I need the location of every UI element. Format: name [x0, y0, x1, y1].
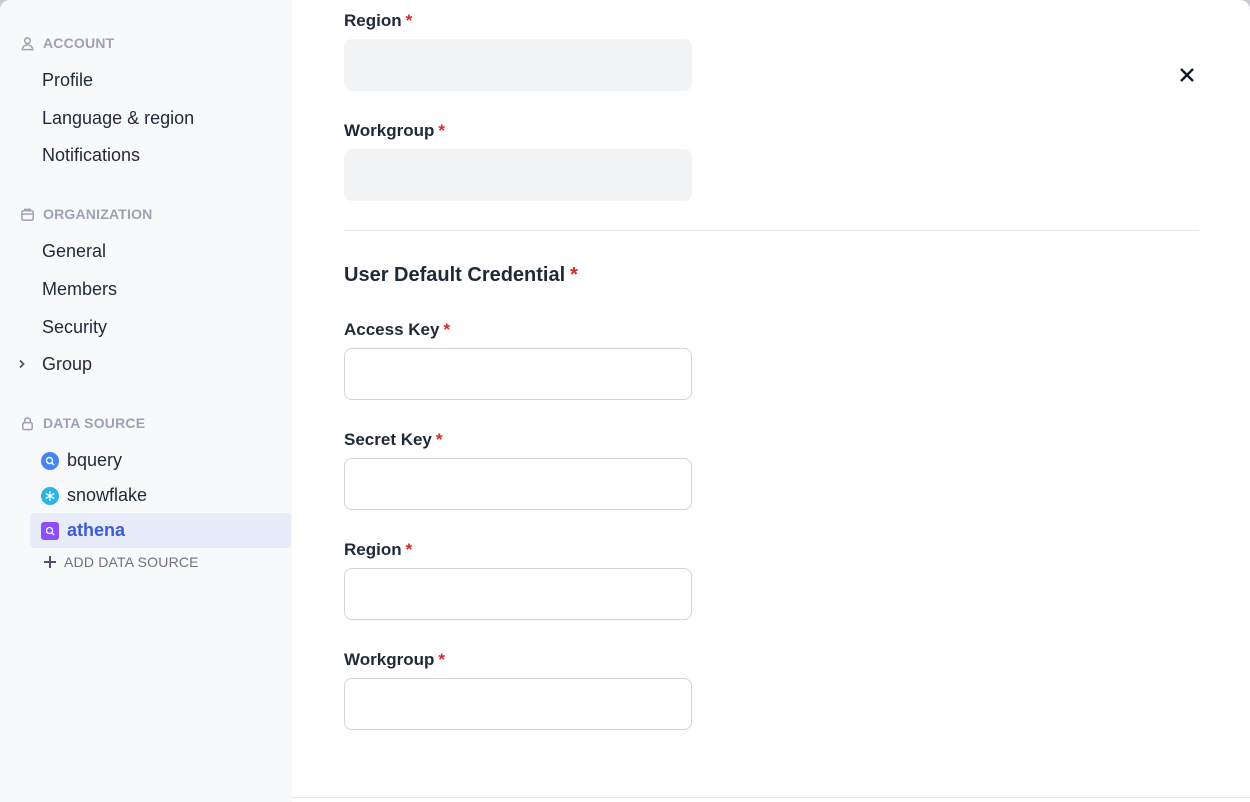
add-data-source-button[interactable]: ADD DATA SOURCE — [42, 552, 199, 572]
snowflake-icon — [41, 486, 59, 505]
region-label-top: Region * — [344, 11, 413, 30]
section-divider — [344, 230, 1199, 231]
building-icon — [21, 208, 34, 221]
sidebar-item-snowflake[interactable]: snowflake — [30, 478, 291, 513]
sidebar: ACCOUNT Profile Language & region Notifi… — [0, 0, 292, 802]
organization-header-label: ORGANIZATION — [43, 206, 153, 222]
close-icon — [1180, 68, 1194, 82]
region-label: Region * — [344, 540, 413, 559]
bquery-label: bquery — [67, 450, 123, 470]
account-header-label: ACCOUNT — [43, 35, 115, 51]
workgroup-input[interactable] — [344, 678, 692, 730]
user-icon — [21, 36, 34, 50]
lock-icon — [22, 416, 33, 430]
athena-label: athena — [67, 520, 126, 540]
account-section-header: ACCOUNT — [20, 34, 114, 52]
chevron-right-icon[interactable] — [16, 358, 28, 370]
secret-key-label: Secret Key * — [344, 430, 443, 449]
region-input-readonly[interactable] — [344, 39, 692, 91]
workgroup-label: Workgroup * — [344, 650, 445, 669]
main-content: Region * Workgroup * User Default Credenti… — [292, 0, 1250, 802]
access-key-input[interactable] — [344, 348, 692, 400]
sidebar-item-language-region[interactable]: Language & region — [42, 107, 194, 129]
access-key-label: Access Key * — [344, 320, 451, 339]
credential-section-title: User Default Credential * — [344, 264, 578, 286]
data-source-section-header: DATA SOURCE — [20, 414, 145, 432]
athena-icon — [41, 521, 59, 540]
close-button[interactable] — [1176, 64, 1198, 86]
sidebar-item-members[interactable]: Members — [42, 278, 117, 300]
secret-key-input[interactable] — [344, 458, 692, 510]
sidebar-item-notifications[interactable]: Notifications — [42, 144, 140, 166]
bigquery-icon — [41, 451, 59, 470]
plus-icon — [44, 556, 56, 568]
snowflake-label: snowflake — [67, 485, 148, 505]
region-input[interactable] — [344, 568, 692, 620]
data-source-header-label: DATA SOURCE — [43, 415, 146, 431]
workgroup-input-readonly[interactable] — [344, 149, 692, 201]
sidebar-item-general[interactable]: General — [42, 240, 106, 262]
footer-divider — [292, 797, 1250, 798]
sidebar-item-athena[interactable]: athena — [30, 513, 291, 548]
sidebar-item-security[interactable]: Security — [42, 316, 107, 338]
sidebar-item-group[interactable]: Group — [42, 353, 92, 375]
sidebar-item-bquery[interactable]: bquery — [30, 443, 291, 478]
sidebar-item-profile[interactable]: Profile — [42, 69, 93, 91]
add-data-source-label: ADD DATA SOURCE — [64, 554, 199, 570]
workgroup-label-top: Workgroup * — [344, 121, 445, 140]
settings-window: ACCOUNT Profile Language & region Notifi… — [0, 0, 1250, 802]
organization-section-header: ORGANIZATION — [20, 205, 152, 223]
